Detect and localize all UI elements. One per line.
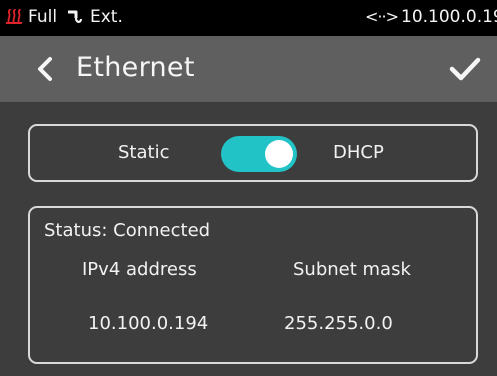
back-button[interactable] — [32, 54, 62, 84]
source-label: Ext. — [90, 7, 123, 27]
tank-level-label: Full — [28, 7, 58, 27]
ipv4-address-value: 10.100.0.194 — [88, 313, 209, 334]
chevron-left-icon — [38, 57, 52, 81]
connection-status-panel: Status: Connected IPv4 address Subnet ma… — [28, 206, 478, 364]
checkmark-icon — [449, 57, 481, 81]
confirm-button[interactable] — [448, 54, 482, 84]
heater-icon — [6, 8, 22, 24]
header-bar: Ethernet — [0, 36, 497, 102]
toggle-knob — [265, 140, 293, 168]
ethernet-settings-screen: Full Ext. <··> 10.100.0.194 Ethernet Sta… — [0, 0, 497, 376]
ipv4-address-label: IPv4 address — [82, 259, 197, 280]
subnet-mask-value: 255.255.0.0 — [284, 313, 393, 334]
page-title: Ethernet — [76, 52, 195, 83]
connection-status-text: Status: Connected — [44, 220, 211, 241]
subnet-mask-label: Subnet mask — [293, 259, 411, 280]
status-bar: Full Ext. <··> 10.100.0.194 — [0, 0, 497, 36]
status-ip-address: 10.100.0.194 — [401, 7, 497, 27]
network-icon: <··> — [365, 7, 399, 26]
hook-icon — [68, 10, 83, 23]
dhcp-toggle-switch[interactable] — [221, 136, 297, 172]
ip-mode-selector: Static DHCP — [28, 124, 478, 182]
static-option-label[interactable]: Static — [118, 142, 169, 164]
dhcp-option-label[interactable]: DHCP — [333, 142, 384, 164]
